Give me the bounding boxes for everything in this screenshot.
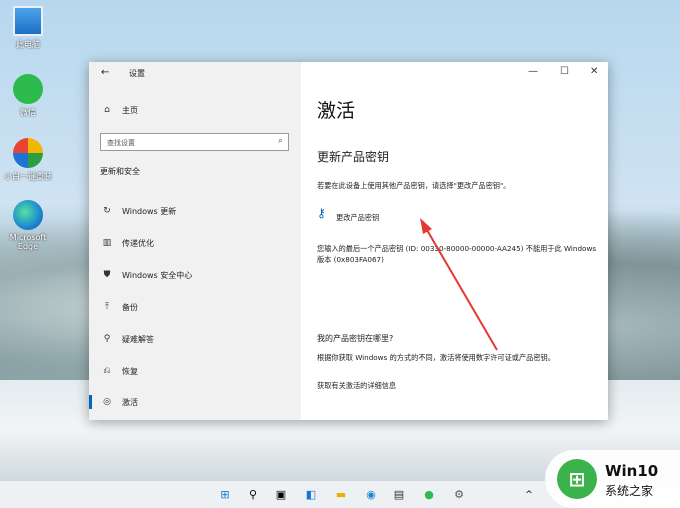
desktop-icon-label: 此电脑 [16,40,40,49]
sidebar-item-label: 传递优化 [122,238,154,248]
minimize-button[interactable]: — [528,66,538,77]
desktop-icon-wechat[interactable]: 微信 [0,74,56,118]
window-title: 设置 [129,69,145,78]
task-view-icon[interactable]: ▣ [272,486,290,504]
page-title: 激活 [317,100,356,122]
desktop-icon-installer[interactable]: 小白一键重装 [0,138,56,182]
sidebar-item-label: 备份 [122,302,138,312]
sidebar-item-windows-update[interactable]: ↻ Windows 更新 [89,199,301,223]
watermark-badge: ⊞ Win10 系统之家 [545,450,680,508]
edge-icon[interactable]: ◉ [362,486,380,504]
sidebar-item-delivery-optimization[interactable]: ▥ 传递优化 [89,231,301,255]
wechat-icon[interactable]: ● [420,486,438,504]
search-icon[interactable]: ⚲ [244,486,262,504]
title-bar: ← 设置 [89,62,301,84]
home-icon: ⌂ [104,105,110,115]
refresh-icon: ↻ [103,206,111,216]
sidebar-item-label: Windows 更新 [122,206,177,216]
settings-window: ← 设置 ⌂ 主页 查找设置 ⌕ 更新和安全 ↻ Windows 更新 ▥ 传递… [89,62,608,420]
sidebar-item-recovery[interactable]: ⎌ 恢复 [89,359,301,383]
close-button[interactable]: ✕ [590,66,598,77]
sidebar-item-label: Windows 安全中心 [122,270,193,280]
error-message: 您输入的最后一个产品密钥 (ID: 00330-80000-00000-AA24… [317,244,597,264]
faq-text: 根据你获取 Windows 的方式的不同，激活将使用数字许可证或产品密钥。 [317,353,555,362]
desktop-icon-computer[interactable]: 此电脑 [0,6,56,50]
watermark-line1: Win10 [605,462,659,480]
desktop-icon-edge[interactable]: Microsoft Edge [0,200,56,251]
back-arrow-icon[interactable]: ← [101,67,109,78]
wechat-icon [13,74,43,104]
key-icon: ⚷ [317,206,326,220]
recovery-icon: ⎌ [103,366,111,376]
search-icon: ⌕ [277,136,283,146]
desktop-icon-label: 微信 [20,108,36,117]
settings-sidebar: ← 设置 ⌂ 主页 查找设置 ⌕ 更新和安全 ↻ Windows 更新 ▥ 传递… [89,62,301,420]
search-input[interactable]: 查找设置 ⌕ [100,133,289,151]
more-info-link[interactable]: 获取有关激活的详细信息 [317,380,601,391]
desktop-icon-label: Microsoft Edge [9,233,47,251]
sidebar-item-home[interactable]: ⌂ 主页 [89,98,301,122]
sidebar-item-activation[interactable]: ◎ 激活 [89,390,301,414]
brand-logo-icon: ⊞ [557,459,597,499]
search-placeholder: 查找设置 [107,139,135,147]
sidebar-item-label: 激活 [122,397,138,407]
widgets-icon[interactable]: ◧ [302,486,320,504]
maximize-button[interactable]: ☐ [560,66,569,77]
sidebar-item-label: 恢复 [122,366,138,376]
computer-icon [13,6,43,36]
sidebar-item-backup[interactable]: ⤒ 备份 [89,295,301,319]
tray-overflow-button[interactable]: ^ [520,486,538,504]
faq-title: 我的产品密钥在哪里? [317,334,394,343]
section-title: 更新产品密钥 [317,150,390,164]
backup-icon: ⤒ [105,302,109,312]
file-explorer-icon[interactable]: ▬ [332,486,350,504]
sidebar-item-troubleshoot[interactable]: ⚲ 疑难解答 [89,327,301,351]
shield-icon: ⛊ [103,270,111,280]
store-icon[interactable]: ▤ [390,486,408,504]
delivery-icon: ▥ [102,238,112,248]
description-text: 若要在此设备上使用其他产品密钥，请选择"更改产品密钥"。 [317,181,511,190]
wrench-icon: ⚲ [103,334,111,344]
installer-icon [13,138,43,168]
settings-icon[interactable]: ⚙ [450,486,468,504]
change-product-key-link[interactable]: 更改产品密钥 [336,212,456,223]
window-controls: — ☐ ✕ [508,62,608,84]
activation-icon: ◎ [103,397,111,407]
settings-content: — ☐ ✕ 激活 更新产品密钥 若要在此设备上使用其他产品密钥，请选择"更改产品… [301,62,608,420]
windows-start-icon[interactable]: ⊞ [216,486,234,504]
sidebar-item-label: 疑难解答 [122,334,154,344]
watermark-line2: 系统之家 [605,484,654,498]
edge-icon [13,200,43,230]
section-heading: 更新和安全 [100,167,140,176]
sidebar-item-security[interactable]: ⛊ Windows 安全中心 [89,263,301,287]
desktop-icon-label: 小白一键重装 [4,172,52,181]
sidebar-item-label: 主页 [122,105,138,115]
